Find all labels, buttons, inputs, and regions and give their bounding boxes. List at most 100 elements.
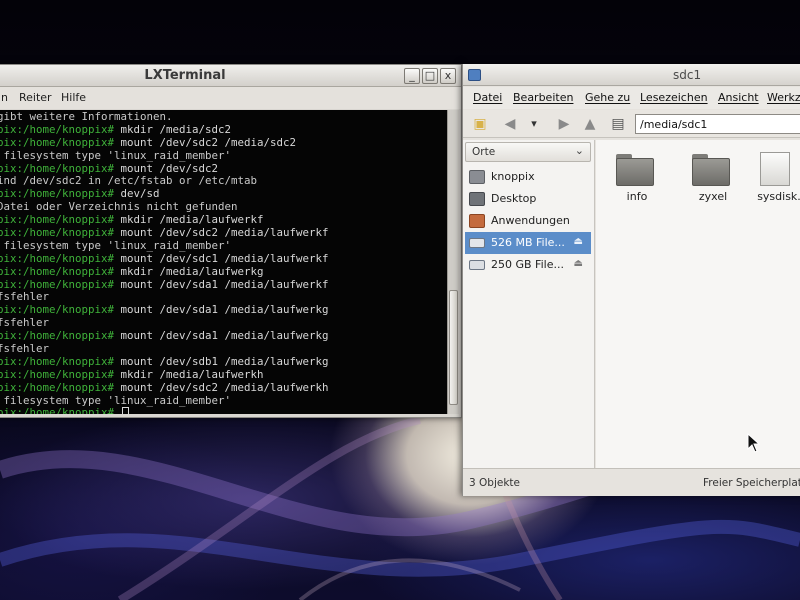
menu-item-bearbeiten[interactable]: Bearbeiten xyxy=(513,91,573,104)
drive-icon xyxy=(469,260,485,270)
terminal-output-text: ind /dev/sdc2 in /etc/fstab or /etc/mtab xyxy=(0,175,258,188)
terminal-line: pix:/home/knoppix# dev/sd xyxy=(0,188,447,201)
document-icon xyxy=(760,152,790,186)
file-name: zyxel xyxy=(698,190,728,203)
folder-app-icon xyxy=(468,69,481,81)
terminal-line: pix:/home/knoppix# mount /dev/sda1 /medi… xyxy=(0,279,447,292)
forward-arrow-icon[interactable]: ▶ xyxy=(555,115,573,133)
file-manager-title: sdc1 xyxy=(673,68,702,82)
menu-item-gehe-zu[interactable]: Gehe zu xyxy=(585,91,630,104)
terminal-command-text: mount /dev/sdc2 xyxy=(114,162,219,175)
terminal-line: pix:/home/knoppix# mkdir /media/laufwerk… xyxy=(0,214,447,227)
menu-item-ansicht[interactable]: Ansicht xyxy=(718,91,759,104)
eject-icon[interactable]: ⏏ xyxy=(574,236,583,247)
sidebar-item-label: 526 MB File... xyxy=(491,236,565,249)
folder-item-info[interactable]: info xyxy=(602,148,678,212)
applications-icon xyxy=(469,214,485,228)
minimize-button[interactable]: _ xyxy=(404,68,420,84)
terminal-line: pix:/home/knoppix# mount /dev/sda1 /medi… xyxy=(0,330,447,343)
terminal-prompt: pix:/home/knoppix# xyxy=(0,368,115,381)
status-item-count: 3 Objekte xyxy=(469,477,520,489)
sidebar-item-label: Desktop xyxy=(491,192,537,205)
terminal-output-text: filesystem type 'linux_raid_member' xyxy=(0,239,232,252)
terminal-scrollbar-thumb[interactable] xyxy=(449,290,458,405)
terminal-window[interactable]: LXTerminal _ □ x n Reiter Hilfe gibt wei… xyxy=(0,64,462,418)
terminal-prompt: pix:/home/knoppix# xyxy=(0,265,115,278)
menu-item-bearbeiten[interactable]: n xyxy=(1,91,8,104)
terminal-line: pix:/home/knoppix# mount /dev/sdc2 xyxy=(0,163,447,176)
terminal-prompt: pix:/home/knoppix# xyxy=(0,381,115,394)
terminal-line: filesystem type 'linux_raid_member' xyxy=(0,150,447,163)
sidebar-item-label: Anwendungen xyxy=(491,214,570,227)
sidebar-item-label: knoppix xyxy=(491,170,535,183)
terminal-line: Datei oder Verzeichnis nicht gefunden xyxy=(0,201,447,214)
terminal-prompt: pix:/home/knoppix# xyxy=(0,252,115,265)
menu-item-werkzeuge[interactable]: Werkz xyxy=(767,91,800,104)
terminal-prompt: pix:/home/knoppix# xyxy=(0,278,115,291)
terminal-line: filesystem type 'linux_raid_member' xyxy=(0,395,447,408)
terminal-line: filesystem type 'linux_raid_member' xyxy=(0,240,447,253)
terminal-line: pix:/home/knoppix# mount /dev/sdc2 /medi… xyxy=(0,382,447,395)
sidebar-item-knoppix[interactable]: knoppix xyxy=(465,166,591,188)
terminal-line: pix:/home/knoppix# mkdir /media/laufwerk… xyxy=(0,369,447,382)
terminal-output-text: Datei oder Verzeichnis nicht gefunden xyxy=(0,201,238,214)
terminal-prompt: pix:/home/knoppix# xyxy=(0,188,115,201)
up-arrow-icon[interactable]: ▲ xyxy=(581,115,599,133)
chevron-down-icon: ⌄ xyxy=(574,144,584,157)
terminal-output[interactable]: gibt weitere Informationen. pix:/home/kno… xyxy=(0,110,447,414)
path-input[interactable]: /media/sdc1 xyxy=(635,114,800,134)
terminal-line: pix:/home/knoppix# mount /dev/sdb1 /medi… xyxy=(0,356,447,369)
file-manager-titlebar[interactable]: sdc1 xyxy=(463,64,800,86)
terminal-command-text: mkdir /media/laufwerkg xyxy=(114,265,264,278)
folder-item-zyxel[interactable]: zyxel xyxy=(678,148,754,212)
file-item-sysdisk[interactable]: sysdisk. xyxy=(746,148,800,212)
places-selector[interactable]: Orte ⌄ xyxy=(465,142,591,162)
terminal-command-text: mount /dev/sda1 /media/laufwerkg xyxy=(114,330,329,343)
terminal-command-text: dev/sd xyxy=(114,188,160,201)
terminal-line: pix:/home/knoppix# mount /dev/sda1 /medi… xyxy=(0,304,447,317)
sidebar-item-label: 250 GB File... xyxy=(491,258,564,271)
terminal-command-text: mount /dev/sdb1 /media/laufwerkg xyxy=(114,355,329,368)
sidebar-item-526mb-drive[interactable]: 526 MB File... ⏏ xyxy=(465,232,591,254)
terminal-prompt: pix:/home/knoppix# xyxy=(0,136,115,149)
file-manager-toolbar: ▣ ◀ ▾ ▶ ▲ ▤ /media/sdc1 xyxy=(463,110,800,138)
places-sidebar: Orte ⌄ knoppix Desktop Anwendungen 526 M… xyxy=(463,140,595,468)
maximize-button[interactable]: □ xyxy=(422,68,438,84)
file-view[interactable]: info zyxel sysdisk. xyxy=(596,140,800,468)
close-button[interactable]: x xyxy=(440,68,456,84)
menu-item-hilfe[interactable]: Hilfe xyxy=(61,91,86,104)
terminal-scrollbar[interactable] xyxy=(447,110,459,414)
terminal-command-text xyxy=(114,407,121,414)
terminal-command-text: mount /dev/sdc1 /media/laufwerkf xyxy=(114,252,329,265)
menu-item-lesezeichen[interactable]: Lesezeichen xyxy=(640,91,708,104)
terminal-output-text: filesystem type 'linux_raid_member' xyxy=(0,149,232,162)
back-arrow-icon[interactable]: ◀ xyxy=(501,115,519,133)
eject-icon[interactable]: ⏏ xyxy=(574,258,583,269)
terminal-titlebar[interactable]: LXTerminal _ □ x xyxy=(0,65,461,87)
terminal-menubar: n Reiter Hilfe xyxy=(0,87,461,109)
menu-item-datei[interactable]: Datei xyxy=(473,91,502,104)
file-manager-window[interactable]: sdc1 Datei Bearbeiten Gehe zu Lesezeiche… xyxy=(462,64,800,496)
mouse-pointer-icon xyxy=(747,433,761,453)
drive-location-icon[interactable]: ▤ xyxy=(609,115,627,133)
terminal-output-text: fsfehler xyxy=(0,291,50,304)
status-free-space: Freier Speicherplat xyxy=(703,477,800,489)
terminal-output-text: fsfehler xyxy=(0,317,50,330)
terminal-title: LXTerminal xyxy=(144,68,226,83)
sidebar-item-250gb-drive[interactable]: 250 GB File... ⏏ xyxy=(465,254,591,276)
home-icon xyxy=(469,170,485,184)
menu-item-reiter[interactable]: Reiter xyxy=(19,91,52,104)
terminal-line: pix:/home/knoppix# mount /dev/sdc2 /medi… xyxy=(0,137,447,150)
chevron-down-icon[interactable]: ▾ xyxy=(525,115,543,133)
sidebar-item-desktop[interactable]: Desktop xyxy=(465,188,591,210)
sidebar-item-anwendungen[interactable]: Anwendungen xyxy=(465,210,591,232)
terminal-line: pix:/home/knoppix# xyxy=(0,407,447,414)
new-tab-icon[interactable]: ▣ xyxy=(471,115,489,133)
terminal-command-text: mount /dev/sda1 /media/laufwerkg xyxy=(114,304,329,317)
terminal-prompt: pix:/home/knoppix# xyxy=(0,123,115,136)
terminal-prompt: pix:/home/knoppix# xyxy=(0,304,115,317)
drive-icon xyxy=(469,238,485,248)
terminal-line: pix:/home/knoppix# mount /dev/sdc1 /medi… xyxy=(0,253,447,266)
terminal-line: pix:/home/knoppix# mkdir /media/sdc2 xyxy=(0,124,447,137)
terminal-line: fsfehler xyxy=(0,343,447,356)
